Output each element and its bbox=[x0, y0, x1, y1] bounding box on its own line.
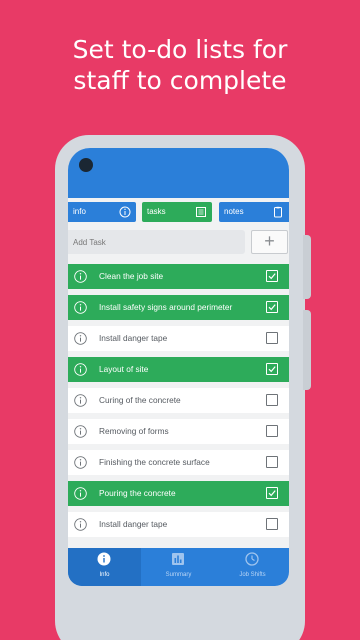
task-label: Pouring the concrete bbox=[99, 488, 176, 498]
task-checkbox[interactable] bbox=[266, 270, 278, 282]
task-row[interactable]: Curing of the concrete bbox=[68, 388, 289, 413]
tab-tasks-label: tasks bbox=[147, 207, 166, 216]
nav-summary[interactable]: Summary bbox=[142, 548, 215, 586]
info-icon[interactable] bbox=[74, 456, 87, 469]
phone-side-button bbox=[303, 310, 311, 390]
task-row[interactable]: Removing of forms bbox=[68, 419, 289, 444]
tab-bar: info tasks notes bbox=[68, 202, 289, 222]
info-icon[interactable] bbox=[74, 270, 87, 283]
clock-icon bbox=[245, 552, 259, 566]
checkmark-icon bbox=[268, 304, 276, 311]
task-checkbox[interactable] bbox=[266, 394, 278, 406]
clipboard-icon bbox=[274, 206, 282, 218]
task-row[interactable]: Install safety signs around perimeter bbox=[68, 295, 289, 320]
task-checkbox[interactable] bbox=[266, 425, 278, 437]
nav-job-shifts-label: Job Shifts bbox=[239, 572, 266, 578]
task-label: Install danger tape bbox=[99, 333, 168, 343]
task-checkbox[interactable] bbox=[266, 301, 278, 313]
task-checkbox[interactable] bbox=[266, 518, 278, 530]
task-label: Finishing the concrete surface bbox=[99, 457, 210, 467]
task-label: Removing of forms bbox=[99, 426, 169, 436]
task-row[interactable]: Finishing the concrete surface bbox=[68, 450, 289, 475]
task-row[interactable]: Clean the job site bbox=[68, 264, 289, 289]
info-icon[interactable] bbox=[74, 425, 87, 438]
tab-tasks[interactable]: tasks bbox=[142, 202, 212, 222]
info-icon[interactable] bbox=[74, 518, 87, 531]
task-checkbox[interactable] bbox=[266, 363, 278, 375]
nav-info[interactable]: Info bbox=[68, 548, 141, 586]
tab-info-label: info bbox=[73, 207, 86, 216]
task-label: Layout of site bbox=[99, 364, 149, 374]
task-checkbox[interactable] bbox=[266, 487, 278, 499]
headline: Set to-do lists for staff to complete bbox=[0, 34, 360, 96]
add-task-row: + bbox=[68, 230, 289, 254]
info-icon[interactable] bbox=[74, 363, 87, 376]
bar-chart-icon bbox=[172, 553, 184, 565]
info-icon[interactable] bbox=[74, 394, 87, 407]
bottom-nav: Info Summary Job Shifts bbox=[68, 548, 289, 586]
task-label: Install danger tape bbox=[99, 519, 168, 529]
info-icon[interactable] bbox=[74, 332, 87, 345]
list-icon bbox=[196, 207, 206, 217]
info-icon bbox=[97, 552, 111, 566]
task-checkbox[interactable] bbox=[266, 332, 278, 344]
add-task-input[interactable] bbox=[68, 230, 245, 254]
info-icon bbox=[119, 206, 131, 218]
task-row[interactable]: Layout of site bbox=[68, 357, 289, 382]
nav-info-label: Info bbox=[99, 572, 110, 578]
checkmark-icon bbox=[268, 273, 276, 280]
task-checkbox[interactable] bbox=[266, 456, 278, 468]
task-label: Clean the job site bbox=[99, 271, 164, 281]
camera-icon bbox=[79, 158, 93, 172]
headline-line-2: staff to complete bbox=[73, 66, 287, 95]
add-task-button[interactable]: + bbox=[251, 230, 288, 254]
headline-line-1: Set to-do lists for bbox=[72, 35, 288, 64]
task-label: Install safety signs around perimeter bbox=[99, 302, 233, 312]
checkmark-icon bbox=[268, 490, 276, 497]
nav-summary-label: Summary bbox=[165, 572, 192, 578]
tab-notes[interactable]: notes bbox=[219, 202, 289, 222]
nav-job-shifts[interactable]: Job Shifts bbox=[216, 548, 289, 586]
info-icon[interactable] bbox=[74, 301, 87, 314]
checkmark-icon bbox=[268, 366, 276, 373]
info-icon[interactable] bbox=[74, 487, 87, 500]
tab-notes-label: notes bbox=[224, 207, 244, 216]
task-label: Curing of the concrete bbox=[99, 395, 181, 405]
app-bar bbox=[68, 148, 289, 198]
task-row[interactable]: Install danger tape bbox=[68, 326, 289, 351]
tab-info[interactable]: info bbox=[68, 202, 136, 222]
phone-side-button bbox=[303, 235, 311, 299]
task-row[interactable]: Install danger tape bbox=[68, 512, 289, 537]
phone-screen: info tasks notes + bbox=[68, 148, 289, 586]
task-row[interactable]: Pouring the concrete bbox=[68, 481, 289, 506]
